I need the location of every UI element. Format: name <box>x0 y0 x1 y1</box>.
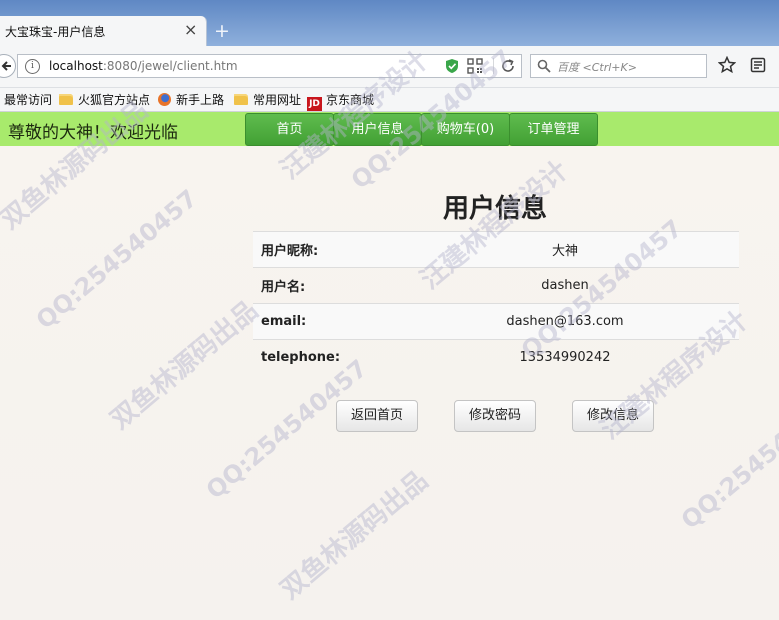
menu-item-user-info[interactable]: 用户信息 <box>333 113 422 146</box>
search-icon <box>537 59 551 73</box>
bookmark-firefox-site[interactable]: 火狐官方站点 <box>59 91 150 109</box>
page-title: 用户信息 <box>442 194 547 224</box>
bookmarks-bar: 最常访问 火狐官方站点 新手上路 常用网址 JD 京东商城 <box>0 88 779 112</box>
menu-item-home[interactable]: 首页 <box>245 113 334 146</box>
change-password-button[interactable]: 修改密码 <box>454 400 536 432</box>
page-content: 尊敬的大神！欢迎光临 首页 用户信息 购物车(0) 订单管理 用户信息 用户昵称… <box>0 112 779 620</box>
shield-icon[interactable] <box>445 58 459 74</box>
bookmark-jd-mall[interactable]: JD 京东商城 <box>307 91 374 111</box>
url-bar[interactable]: i localhost:8080/jewel/client.htm <box>17 54 522 78</box>
table-row: 用户昵称: 大神 <box>253 231 739 268</box>
edit-info-button[interactable]: 修改信息 <box>572 400 654 432</box>
field-value-email: dashen@163.com <box>443 303 739 340</box>
action-buttons: 返回首页 修改密码 修改信息 <box>336 400 666 432</box>
jd-icon: JD <box>307 97 322 111</box>
folder-icon <box>234 94 248 105</box>
menu-item-orders[interactable]: 订单管理 <box>509 113 598 146</box>
bookmark-most-visited[interactable]: 最常访问 <box>4 91 52 109</box>
reload-icon[interactable] <box>500 58 516 74</box>
welcome-message: 尊敬的大神！欢迎光临 <box>8 123 178 143</box>
bookmark-label: 火狐官方站点 <box>78 93 151 107</box>
reading-list-icon[interactable] <box>750 57 766 73</box>
bookmark-label: 常用网址 <box>253 93 302 107</box>
tab-strip: 大宝珠宝-用户信息 × + <box>0 0 779 46</box>
menu-item-cart[interactable]: 购物车(0) <box>421 113 510 146</box>
bookmark-getting-started[interactable]: 新手上路 <box>158 91 224 109</box>
tab-close-icon[interactable]: × <box>184 20 197 40</box>
field-value-telephone: 13534990242 <box>443 339 739 376</box>
field-label-email: email: <box>253 303 443 340</box>
url-path: :8080/jewel/client.htm <box>102 59 238 73</box>
nav-toolbar: i localhost:8080/jewel/client.htm 百度 <Ct… <box>0 46 779 88</box>
bookmark-common-sites[interactable]: 常用网址 <box>234 91 301 109</box>
url-text[interactable]: localhost:8080/jewel/client.htm <box>49 59 238 73</box>
url-separator <box>493 58 494 74</box>
bookmark-label: 京东商城 <box>326 93 375 107</box>
qr-code-icon[interactable] <box>467 58 483 74</box>
site-header: 尊敬的大神！欢迎光临 首页 用户信息 购物车(0) 订单管理 <box>0 112 779 146</box>
table-row: email: dashen@163.com <box>253 303 739 340</box>
table-row: 用户名: dashen <box>253 267 739 304</box>
url-host: localhost <box>49 59 103 73</box>
bookmark-label: 新手上路 <box>176 93 225 107</box>
info-icon[interactable]: i <box>25 59 40 74</box>
table-row: telephone: 13534990242 <box>253 339 739 376</box>
search-bar[interactable]: 百度 <Ctrl+K> <box>530 54 707 78</box>
back-home-button[interactable]: 返回首页 <box>336 400 418 432</box>
field-label-telephone: telephone: <box>253 339 443 376</box>
bookmark-star-icon[interactable] <box>718 56 736 74</box>
field-value-nickname: 大神 <box>443 231 739 268</box>
field-value-username: dashen <box>443 267 739 304</box>
user-info-table: 用户昵称: 大神 用户名: dashen email: dashen@163.c… <box>253 231 739 376</box>
folder-icon <box>59 94 73 105</box>
browser-tab-active[interactable]: 大宝珠宝-用户信息 × <box>0 16 207 46</box>
tab-title: 大宝珠宝-用户信息 <box>5 25 106 39</box>
field-label-username: 用户名: <box>253 267 443 304</box>
back-arrow-icon <box>1 61 11 71</box>
field-label-nickname: 用户昵称: <box>253 231 443 268</box>
firefox-icon <box>158 93 171 106</box>
new-tab-icon[interactable]: + <box>214 19 230 43</box>
search-placeholder: 百度 <Ctrl+K> <box>557 61 637 74</box>
bookmark-label: 最常访问 <box>4 93 53 107</box>
main-menu: 首页 用户信息 购物车(0) 订单管理 <box>245 113 598 147</box>
back-button[interactable] <box>0 54 16 78</box>
